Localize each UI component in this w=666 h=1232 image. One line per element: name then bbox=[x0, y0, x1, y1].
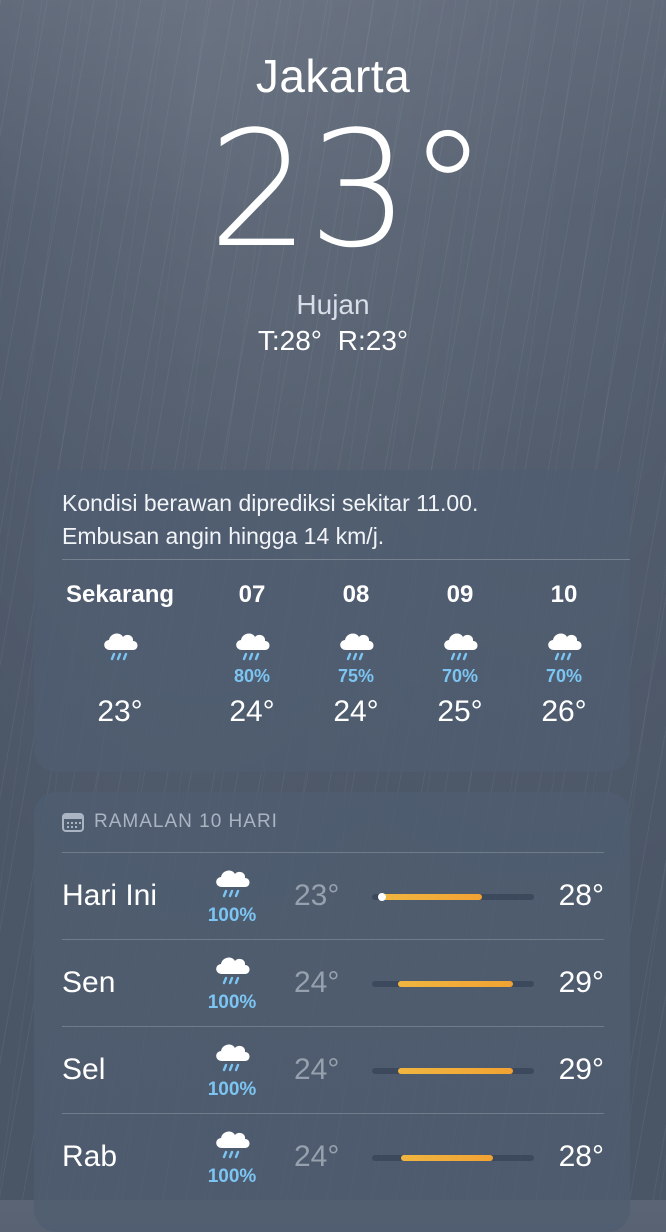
current-temperature-marker bbox=[378, 893, 386, 901]
precipitation-chance bbox=[60, 666, 180, 686]
temperature-range-fill bbox=[398, 981, 513, 987]
summary-line: Kondisi berawan diprediksi sekitar 11.00… bbox=[62, 490, 479, 516]
hourly-forecast-list[interactable]: Sekarang 23° 07 80% 24° 08 75% 24° 09 70% 25° 10 70%… bbox=[34, 560, 630, 750]
temperature-range-fill bbox=[398, 1068, 513, 1074]
hourly-forecast-item: 09 70% 25° bbox=[400, 580, 520, 730]
low-temperature: 24° bbox=[294, 966, 340, 999]
high-temperature: 28° bbox=[558, 1140, 604, 1173]
daily-forecast-row[interactable]: Rab 100% 24° 28° bbox=[62, 1113, 604, 1200]
temperature-range-bar bbox=[372, 1068, 534, 1074]
summary-line: Embusan angin hingga 14 km/j. bbox=[62, 523, 385, 549]
hour-temperature: 25° bbox=[437, 695, 483, 728]
condition-text: Hujan bbox=[296, 289, 370, 320]
current-weather-header: Jakarta 23° Hujan T:28° R:23° bbox=[0, 48, 666, 358]
ten-day-forecast-title: RAMALAN 10 HARI bbox=[94, 811, 278, 832]
precipitation-chance: 100% bbox=[207, 1166, 257, 1187]
daily-forecast-row[interactable]: Hari Ini 100% 23° 28° bbox=[62, 852, 604, 939]
daily-forecast-row[interactable]: Sel 100% 24° 29° bbox=[62, 1026, 604, 1113]
daily-forecast-list: Hari Ini 100% 23° 28° Sen 100% 24° 29° Sel 100% 24… bbox=[34, 852, 630, 1200]
hourly-forecast-item: 08 75% 24° bbox=[296, 580, 416, 730]
rain-cloud-icon bbox=[60, 620, 180, 664]
rain-cloud-icon bbox=[400, 620, 520, 664]
high-temperature: 29° bbox=[558, 966, 604, 999]
hour-label: 09 bbox=[446, 581, 474, 608]
hour-temperature: 23° bbox=[97, 695, 143, 728]
hour-temperature: 24° bbox=[229, 695, 275, 728]
high-temperature: 28° bbox=[558, 879, 604, 912]
hourly-forecast-item: Sekarang 23° bbox=[60, 580, 180, 730]
daily-forecast-row[interactable]: Sen 100% 24° 29° bbox=[62, 939, 604, 1026]
hour-label: 10 bbox=[550, 581, 578, 608]
current-temperature: 23° bbox=[208, 96, 488, 283]
hourly-forecast-item: 10 70% 26° bbox=[504, 580, 624, 730]
forecast-summary: Kondisi berawan diprediksi sekitar 11.00… bbox=[34, 470, 630, 559]
low-temperature: 24° bbox=[294, 1140, 340, 1173]
calendar-icon bbox=[62, 812, 84, 832]
precipitation-chance: 70% bbox=[545, 666, 583, 686]
low-temperature: 24° bbox=[294, 1053, 340, 1086]
rain-cloud-icon bbox=[192, 620, 312, 664]
low-temperature: 23° bbox=[294, 879, 340, 912]
temperature-range-bar bbox=[372, 893, 534, 901]
precipitation-chance: 100% bbox=[207, 905, 257, 926]
hour-temperature: 24° bbox=[333, 695, 379, 728]
rain-cloud-icon bbox=[504, 620, 624, 664]
rain-cloud-icon bbox=[296, 620, 416, 664]
hour-label: Sekarang bbox=[65, 581, 175, 608]
hour-label: 07 bbox=[238, 581, 266, 608]
rain-cloud-icon bbox=[210, 1124, 254, 1164]
day-label: Sen bbox=[62, 966, 116, 999]
day-label: Hari Ini bbox=[62, 879, 158, 912]
hourly-forecast-item: 07 80% 24° bbox=[192, 580, 312, 730]
ten-day-forecast-card[interactable]: RAMALAN 10 HARI Hari Ini 100% 23° 28° Sen 100… bbox=[34, 792, 630, 1232]
precipitation-chance: 100% bbox=[207, 1079, 257, 1100]
hour-temperature: 26° bbox=[541, 695, 587, 728]
temperature-range-fill bbox=[382, 894, 482, 900]
day-label: Rab bbox=[62, 1140, 118, 1173]
temperature-range-fill bbox=[401, 1155, 493, 1161]
rain-cloud-icon bbox=[210, 863, 254, 903]
high-temperature: 29° bbox=[558, 1053, 604, 1086]
temperature-range-bar bbox=[372, 981, 534, 987]
rain-cloud-icon bbox=[210, 1037, 254, 1077]
temperature-range-bar bbox=[372, 1155, 534, 1161]
rain-cloud-icon bbox=[210, 950, 254, 990]
precipitation-chance: 75% bbox=[337, 666, 375, 686]
high-low-temperature: T:28° R:23° bbox=[257, 325, 409, 356]
precipitation-chance: 100% bbox=[207, 992, 257, 1013]
hourly-forecast-card[interactable]: Kondisi berawan diprediksi sekitar 11.00… bbox=[34, 470, 630, 772]
ten-day-forecast-header: RAMALAN 10 HARI bbox=[34, 792, 630, 852]
hour-label: 08 bbox=[342, 581, 370, 608]
precipitation-chance: 70% bbox=[441, 666, 479, 686]
precipitation-chance: 80% bbox=[233, 666, 271, 686]
day-label: Sel bbox=[62, 1053, 106, 1086]
